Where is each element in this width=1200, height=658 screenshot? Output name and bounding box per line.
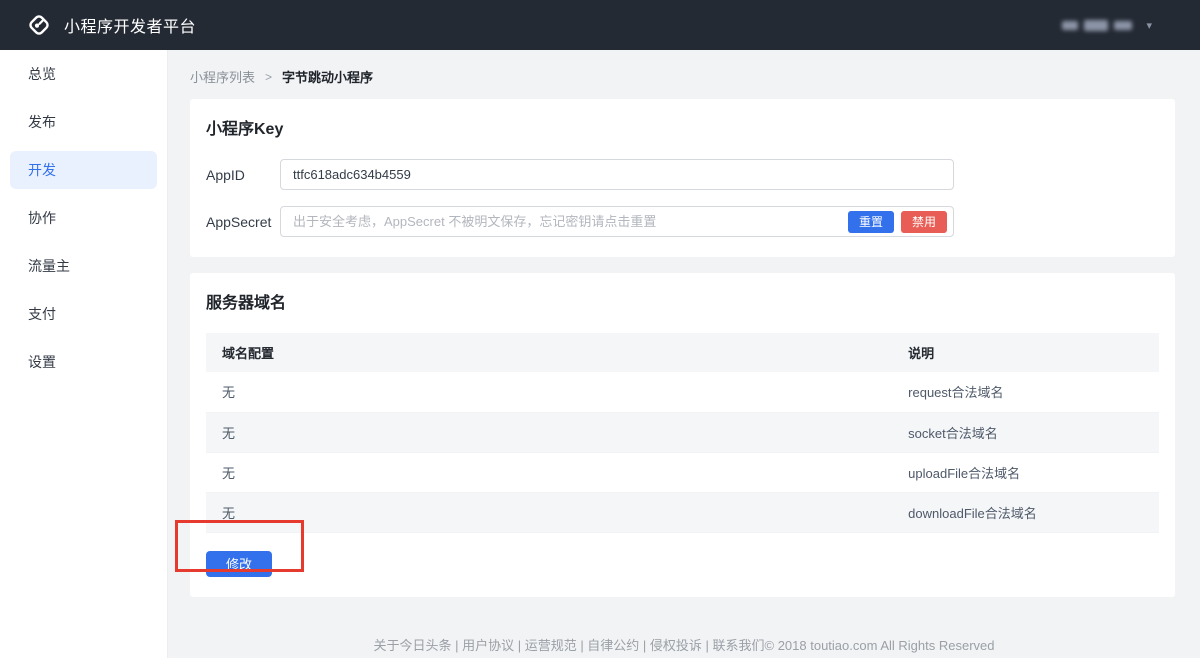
sidebar-item-collaboration[interactable]: 协作 <box>10 199 157 237</box>
appsecret-input-wrap: 重置 禁用 <box>280 206 954 237</box>
appid-row: AppID <box>206 159 1159 190</box>
table-row: 无 uploadFile合法域名 <box>206 452 1159 492</box>
reset-button[interactable]: 重置 <box>848 211 894 233</box>
user-menu[interactable]: ▾ <box>1062 19 1174 32</box>
domain-table-header-row: 域名配置 说明 <box>206 333 1159 372</box>
server-domain-card: 服务器域名 域名配置 说明 无 request合法域名 无 socket合法 <box>190 273 1175 597</box>
redacted-username-block <box>1062 21 1078 30</box>
sidebar-item-settings[interactable]: 设置 <box>10 343 157 381</box>
domain-desc-cell: downloadFile合法域名 <box>892 492 1159 532</box>
sidebar-item-traffic[interactable]: 流量主 <box>10 247 157 285</box>
column-header-description: 说明 <box>892 333 1159 372</box>
breadcrumb: 小程序列表 > 字节跳动小程序 <box>168 50 1200 99</box>
sidebar-item-overview[interactable]: 总览 <box>10 55 157 93</box>
top-bar: 小程序开发者平台 ▾ <box>0 0 1200 50</box>
table-row: 无 request合法域名 <box>206 372 1159 412</box>
appsecret-label: AppSecret <box>206 214 280 230</box>
table-row: 无 downloadFile合法域名 <box>206 492 1159 532</box>
domain-card-title: 服务器域名 <box>206 289 1159 313</box>
brand: 小程序开发者平台 <box>26 12 196 38</box>
breadcrumb-current: 字节跳动小程序 <box>282 67 373 86</box>
miniapp-key-card: 小程序Key AppID AppSecret 重置 禁用 <box>190 99 1175 257</box>
caret-down-icon[interactable]: ▾ <box>1146 19 1152 32</box>
appid-label: AppID <box>206 167 280 183</box>
sidebar: 总览 发布 开发 协作 流量主 支付 设置 <box>0 50 168 658</box>
appsecret-row: AppSecret 重置 禁用 <box>206 206 1159 237</box>
domain-config-cell: 无 <box>206 452 892 492</box>
appid-input[interactable] <box>280 159 954 190</box>
main-content: 小程序列表 > 字节跳动小程序 小程序Key AppID AppSecret 重… <box>168 50 1200 658</box>
redacted-username-block <box>1084 20 1108 31</box>
domain-config-cell: 无 <box>206 492 892 532</box>
sidebar-item-payment[interactable]: 支付 <box>10 295 157 333</box>
miniapp-logo-icon <box>26 12 52 38</box>
page-footer: 关于今日头条 | 用户协议 | 运营规范 | 自律公约 | 侵权投诉 | 联系我… <box>168 635 1200 654</box>
sidebar-item-develop[interactable]: 开发 <box>10 151 157 189</box>
domain-desc-cell: socket合法域名 <box>892 412 1159 452</box>
disable-button[interactable]: 禁用 <box>901 211 947 233</box>
domain-config-cell: 无 <box>206 372 892 412</box>
appid-input-wrap <box>280 159 954 190</box>
breadcrumb-parent-link[interactable]: 小程序列表 <box>190 67 255 86</box>
sidebar-item-publish[interactable]: 发布 <box>10 103 157 141</box>
table-row: 无 socket合法域名 <box>206 412 1159 452</box>
key-card-title: 小程序Key <box>206 115 1159 139</box>
breadcrumb-separator-icon: > <box>265 70 272 84</box>
column-header-domain-config: 域名配置 <box>206 333 892 372</box>
app-title: 小程序开发者平台 <box>64 13 196 37</box>
domain-table: 域名配置 说明 无 request合法域名 无 socket合法域名 无 <box>206 333 1159 533</box>
modify-button[interactable]: 修改 <box>206 551 272 577</box>
domain-config-cell: 无 <box>206 412 892 452</box>
app-root: 小程序开发者平台 ▾ 总览 发布 开发 协作 流量主 支付 设置 小程序列表 >… <box>0 0 1200 658</box>
domain-desc-cell: request合法域名 <box>892 372 1159 412</box>
appsecret-actions: 重置 禁用 <box>848 211 947 233</box>
redacted-username-block <box>1114 21 1132 30</box>
domain-desc-cell: uploadFile合法域名 <box>892 452 1159 492</box>
